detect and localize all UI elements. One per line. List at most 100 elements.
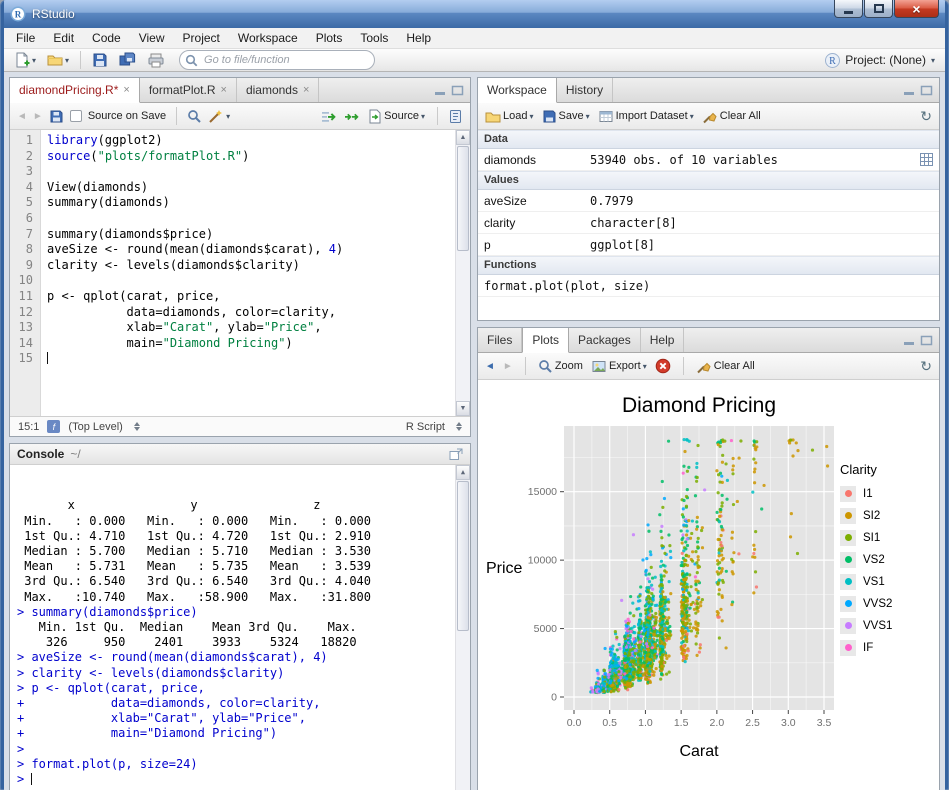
- save-button[interactable]: [88, 49, 112, 71]
- tab-formatplot-r[interactable]: formatPlot.R×: [140, 78, 237, 102]
- clear-all-button[interactable]: Clear All: [702, 109, 761, 124]
- caret-down-icon: ▾: [421, 112, 425, 121]
- menu-plots[interactable]: Plots: [307, 28, 352, 48]
- open-folder-icon: [47, 52, 63, 68]
- console-header[interactable]: Console ~/: [10, 444, 470, 465]
- menu-file[interactable]: File: [7, 28, 44, 48]
- legend-dot: [845, 556, 852, 563]
- goto-file-input[interactable]: [179, 50, 375, 70]
- legend-entry-if: IF: [840, 639, 937, 656]
- previous-plot-icon[interactable]: ◄: [485, 361, 495, 372]
- workspace-row[interactable]: claritycharacter[8]: [478, 212, 939, 234]
- scroll-up-button[interactable]: ▲: [456, 465, 470, 480]
- minimize-button[interactable]: [834, 0, 863, 18]
- save-icon[interactable]: [49, 109, 64, 124]
- workspace-row[interactable]: diamonds53940 obs. of 10 variables: [478, 149, 939, 171]
- tab-history[interactable]: History: [557, 78, 613, 102]
- tab-workspace[interactable]: Workspace: [478, 78, 557, 103]
- editor-scrollbar[interactable]: ▲ ▼: [455, 130, 470, 416]
- load-label: Load: [503, 110, 527, 122]
- minimize-pane-icon[interactable]: [903, 85, 916, 96]
- workspace-row[interactable]: format.plot(plot, size): [478, 275, 939, 297]
- save-all-button[interactable]: [115, 49, 141, 71]
- source-on-save-checkbox[interactable]: [70, 110, 82, 122]
- main-toolbar: ▾ ▾ R Project: (None): [4, 49, 945, 72]
- import-dataset-button[interactable]: Import Dataset ▾: [598, 109, 694, 124]
- tab-files[interactable]: Files: [478, 328, 522, 352]
- refresh-icon[interactable]: ↻: [920, 108, 932, 125]
- menu-project[interactable]: Project: [174, 28, 229, 48]
- load-workspace-button[interactable]: Load ▾: [485, 109, 534, 124]
- menu-help[interactable]: Help: [397, 28, 440, 48]
- scroll-down-button[interactable]: ▼: [456, 401, 470, 416]
- code-area[interactable]: library(ggplot2)source("plots/formatPlot…: [41, 130, 455, 416]
- editor-body[interactable]: 123456789101112131415 library(ggplot2)so…: [10, 130, 470, 416]
- tab-diamondpricing-r[interactable]: diamondPricing.R*×: [10, 78, 140, 103]
- scope-selector[interactable]: (Top Level): [68, 421, 122, 433]
- line-number: 1: [10, 133, 33, 149]
- minimize-pane-icon[interactable]: [903, 335, 916, 346]
- maximize-pane-icon[interactable]: [451, 85, 464, 96]
- caret-down-icon: ▾: [931, 56, 935, 65]
- project-selector[interactable]: R Project: (None) ▾: [821, 51, 939, 70]
- menu-bar: FileEditCodeViewProjectWorkspacePlotsToo…: [4, 28, 945, 49]
- code-tools-button[interactable]: ▾: [208, 108, 230, 124]
- scrollbar-thumb[interactable]: [457, 481, 469, 631]
- maximize-button[interactable]: [864, 0, 893, 18]
- workspace-tab-bar: WorkspaceHistory: [478, 78, 939, 103]
- console-body[interactable]: x y z Min. : 0.000 Min. : 0.000 Min. : 0…: [10, 465, 470, 790]
- close-tab-icon[interactable]: ×: [221, 85, 227, 96]
- nav-back-icon[interactable]: ◄: [17, 111, 27, 122]
- export-button[interactable]: Export ▾: [591, 359, 647, 374]
- run-line-icon[interactable]: [320, 109, 337, 124]
- next-plot-icon[interactable]: ►: [503, 361, 513, 372]
- remove-plot-button[interactable]: [655, 358, 671, 374]
- source-button[interactable]: Source ▾: [366, 109, 427, 124]
- console-line: > summary(diamonds$price): [17, 605, 453, 620]
- magic-wand-icon: [208, 108, 224, 124]
- open-new-window-button[interactable]: [449, 448, 463, 461]
- legend-dot: [845, 622, 852, 629]
- menu-tools[interactable]: Tools: [351, 28, 397, 48]
- nav-forward-icon[interactable]: ►: [33, 111, 43, 122]
- legend-key: [840, 530, 856, 546]
- close-tab-icon[interactable]: ×: [303, 85, 309, 96]
- find-icon[interactable]: [187, 109, 202, 124]
- save-all-icon: [119, 52, 137, 68]
- view-data-grid-icon[interactable]: [920, 153, 933, 166]
- menu-code[interactable]: Code: [83, 28, 130, 48]
- tab-help[interactable]: Help: [641, 328, 685, 352]
- title-bar[interactable]: R RStudio ×: [4, 0, 945, 28]
- clear-all-label: Clear All: [720, 110, 761, 122]
- console-line: 3rd Qu.: 6.540 3rd Qu.: 6.540 3rd Qu.: 4…: [17, 574, 453, 589]
- scroll-up-button[interactable]: ▲: [456, 130, 470, 145]
- refresh-icon[interactable]: ↻: [920, 358, 932, 375]
- new-file-button[interactable]: ▾: [10, 49, 40, 71]
- broom-icon: [696, 359, 712, 374]
- minimize-pane-icon[interactable]: [434, 85, 447, 96]
- console-scrollbar[interactable]: ▲ ▼: [455, 465, 470, 790]
- scrollbar-thumb[interactable]: [457, 146, 469, 251]
- file-type-selector[interactable]: R Script: [406, 421, 445, 433]
- line-number: 9: [10, 258, 33, 274]
- save-workspace-button[interactable]: Save ▾: [542, 109, 590, 124]
- tab-plots[interactable]: Plots: [522, 328, 569, 353]
- open-file-button[interactable]: ▾: [43, 49, 73, 71]
- zoom-button[interactable]: Zoom: [538, 359, 583, 374]
- maximize-pane-icon[interactable]: [920, 335, 933, 346]
- menu-workspace[interactable]: Workspace: [229, 28, 307, 48]
- print-button[interactable]: [144, 49, 168, 71]
- legend-dot: [845, 512, 852, 519]
- compile-notebook-icon[interactable]: [448, 109, 463, 124]
- maximize-pane-icon[interactable]: [920, 85, 933, 96]
- menu-view[interactable]: View: [130, 28, 174, 48]
- close-tab-icon[interactable]: ×: [123, 85, 129, 96]
- clear-all-plots-button[interactable]: Clear All: [696, 359, 755, 374]
- menu-edit[interactable]: Edit: [44, 28, 83, 48]
- workspace-row[interactable]: aveSize0.7979: [478, 190, 939, 212]
- workspace-row[interactable]: pggplot[8]: [478, 234, 939, 256]
- close-button[interactable]: ×: [894, 0, 939, 18]
- tab-packages[interactable]: Packages: [569, 328, 641, 352]
- rerun-icon[interactable]: [343, 109, 360, 124]
- tab-diamonds[interactable]: diamonds×: [237, 78, 319, 102]
